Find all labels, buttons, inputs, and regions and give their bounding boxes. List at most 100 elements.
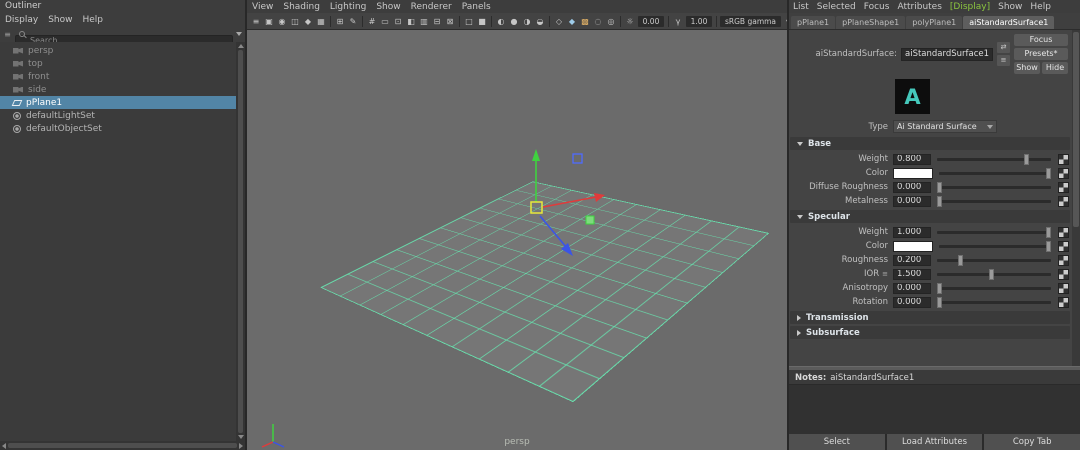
copy-tab-button[interactable]: Copy Tab bbox=[984, 434, 1080, 450]
lock-camera-icon[interactable]: ◉ bbox=[276, 15, 288, 28]
slider-handle[interactable] bbox=[937, 296, 942, 308]
shadows-icon[interactable]: ◑ bbox=[521, 15, 533, 28]
texture-map-icon[interactable] bbox=[1058, 195, 1069, 207]
focus-button[interactable]: Focus bbox=[1014, 34, 1068, 46]
slider-handle[interactable] bbox=[1024, 153, 1030, 165]
outliner-menu-help[interactable]: Help bbox=[77, 15, 108, 25]
xray-icon[interactable]: ◌ bbox=[592, 15, 604, 28]
bookmarks-icon[interactable]: ◆ bbox=[302, 15, 314, 28]
pplane-mesh[interactable] bbox=[320, 181, 770, 403]
dropdown-arrow-icon[interactable]: ▾ bbox=[782, 15, 787, 28]
gamma-icon[interactable]: γ bbox=[672, 15, 684, 28]
grid-icon[interactable]: # bbox=[366, 15, 378, 28]
anisotropy-field[interactable] bbox=[893, 282, 931, 294]
film-gate-icon[interactable]: ▭ bbox=[379, 15, 391, 28]
safe-title-icon[interactable]: ⊠ bbox=[444, 15, 456, 28]
scroll-down-arrow-icon[interactable] bbox=[237, 435, 244, 439]
isolate-select-icon[interactable]: ◎ bbox=[605, 15, 617, 28]
shaded-icon[interactable]: ◆ bbox=[566, 15, 578, 28]
slider-handle[interactable] bbox=[1046, 167, 1051, 179]
image-plane-icon[interactable]: ▦ bbox=[315, 15, 327, 28]
type-dropdown[interactable]: Ai Standard Surface bbox=[893, 120, 997, 133]
section-header-transmission[interactable]: Transmission bbox=[790, 311, 1070, 324]
tab-polyplane1[interactable]: polyPlane1 bbox=[906, 16, 963, 29]
tab-aistandardsurface1[interactable]: aiStandardSurface1 bbox=[963, 16, 1055, 29]
view-transform-select[interactable]: sRGB gamma bbox=[720, 15, 782, 27]
exposure-icon[interactable]: ☼ bbox=[624, 15, 636, 28]
frame-all-icon[interactable]: □ bbox=[463, 15, 475, 28]
ae-menu-help[interactable]: Help bbox=[1026, 2, 1055, 12]
select-camera-icon[interactable]: ▣ bbox=[263, 15, 275, 28]
section-header-specular[interactable]: Specular bbox=[790, 210, 1070, 223]
outliner-item-top[interactable]: top bbox=[0, 57, 236, 70]
outliner-item-defaultobjectset[interactable]: defaultObjectSet bbox=[0, 122, 236, 135]
ae-menu-focus[interactable]: Focus bbox=[860, 2, 894, 12]
resolution-gate-icon[interactable]: ⊡ bbox=[392, 15, 404, 28]
frame-selected-icon[interactable]: ■ bbox=[476, 15, 488, 28]
slider-handle[interactable] bbox=[937, 181, 942, 193]
panel-menu-icon[interactable]: ≡ bbox=[250, 15, 262, 28]
specular-roughness-field[interactable] bbox=[893, 254, 931, 266]
hide-button[interactable]: Hide bbox=[1042, 62, 1068, 74]
search-options-arrow-icon[interactable] bbox=[236, 32, 242, 36]
scroll-up-arrow-icon[interactable] bbox=[237, 44, 244, 48]
wireframe-icon[interactable]: ◇ bbox=[553, 15, 565, 28]
rotation-field[interactable] bbox=[893, 296, 931, 308]
outliner-item-front[interactable]: front bbox=[0, 70, 236, 83]
ae-vertical-scrollbar[interactable] bbox=[1072, 30, 1080, 366]
texture-map-icon[interactable] bbox=[1058, 240, 1069, 252]
texture-map-icon[interactable] bbox=[1058, 268, 1069, 280]
texture-map-icon[interactable] bbox=[1058, 153, 1069, 165]
swap-node-icon[interactable]: ⇄ bbox=[997, 42, 1010, 53]
pan-zoom-icon[interactable]: ⊞ bbox=[334, 15, 346, 28]
outliner-item-defaultlightset[interactable]: defaultLightSet bbox=[0, 109, 236, 122]
node-name-field[interactable] bbox=[901, 47, 993, 61]
texture-map-icon[interactable] bbox=[1058, 282, 1069, 294]
exposure-field[interactable]: 0.00 bbox=[638, 15, 664, 27]
outliner-menu-display[interactable]: Display bbox=[0, 15, 43, 25]
material-preview-swatch[interactable]: A bbox=[895, 79, 930, 114]
viewport-menu-view[interactable]: View bbox=[247, 2, 278, 12]
camera-attributes-icon[interactable]: ◫ bbox=[289, 15, 301, 28]
outliner-item-side[interactable]: side bbox=[0, 83, 236, 96]
field-chart-icon[interactable]: ▥ bbox=[418, 15, 430, 28]
filter-icon[interactable]: ≡ bbox=[3, 30, 12, 39]
textured-icon[interactable]: ▩ bbox=[579, 15, 591, 28]
specular-weight-field[interactable] bbox=[893, 226, 931, 238]
viewport-canvas[interactable]: persp bbox=[247, 30, 787, 450]
specular-weight-slider[interactable] bbox=[937, 226, 1051, 238]
viewport-menu-lighting[interactable]: Lighting bbox=[325, 2, 371, 12]
slider-handle[interactable] bbox=[1046, 240, 1051, 252]
ae-menu-selected[interactable]: Selected bbox=[813, 2, 860, 12]
gamma-field[interactable]: 1.00 bbox=[686, 15, 712, 27]
presets-button[interactable]: Presets* bbox=[1014, 48, 1068, 60]
tab-pplaneshape1[interactable]: pPlaneShape1 bbox=[836, 16, 906, 29]
diffuse-roughness-slider[interactable] bbox=[937, 181, 1051, 193]
viewport-menu-panels[interactable]: Panels bbox=[457, 2, 496, 12]
slider-handle[interactable] bbox=[989, 268, 995, 280]
metalness-field[interactable] bbox=[893, 195, 931, 207]
list-connections-icon[interactable]: ≡ bbox=[997, 55, 1010, 66]
section-header-subsurface[interactable]: Subsurface bbox=[790, 326, 1070, 339]
diffuse-roughness-field[interactable] bbox=[893, 181, 931, 193]
tab-pplane1[interactable]: pPlane1 bbox=[791, 16, 836, 29]
ior-slider[interactable] bbox=[937, 268, 1051, 280]
select-button[interactable]: Select bbox=[789, 434, 885, 450]
specular-color-slider[interactable] bbox=[939, 240, 1051, 252]
ior-menu-icon[interactable]: ≡ bbox=[882, 270, 888, 278]
gate-mask-icon[interactable]: ◧ bbox=[405, 15, 417, 28]
scrollbar-thumb[interactable] bbox=[1073, 32, 1079, 227]
outliner-item-persp[interactable]: persp bbox=[0, 44, 236, 57]
viewport-menu-renderer[interactable]: Renderer bbox=[406, 2, 457, 12]
scrollbar-thumb[interactable] bbox=[238, 50, 243, 433]
load-attributes-button[interactable]: Load Attributes bbox=[886, 434, 983, 450]
ae-menu-show[interactable]: Show bbox=[994, 2, 1026, 12]
texture-map-icon[interactable] bbox=[1058, 167, 1069, 179]
specular-color-swatch[interactable] bbox=[893, 240, 933, 252]
scrollbar-thumb[interactable] bbox=[8, 443, 237, 448]
base-color-swatch[interactable] bbox=[893, 167, 933, 179]
occlusion-icon[interactable]: ◒ bbox=[534, 15, 546, 28]
metalness-slider[interactable] bbox=[937, 195, 1051, 207]
scroll-right-arrow-icon[interactable] bbox=[239, 442, 243, 449]
base-color-slider[interactable] bbox=[939, 167, 1051, 179]
